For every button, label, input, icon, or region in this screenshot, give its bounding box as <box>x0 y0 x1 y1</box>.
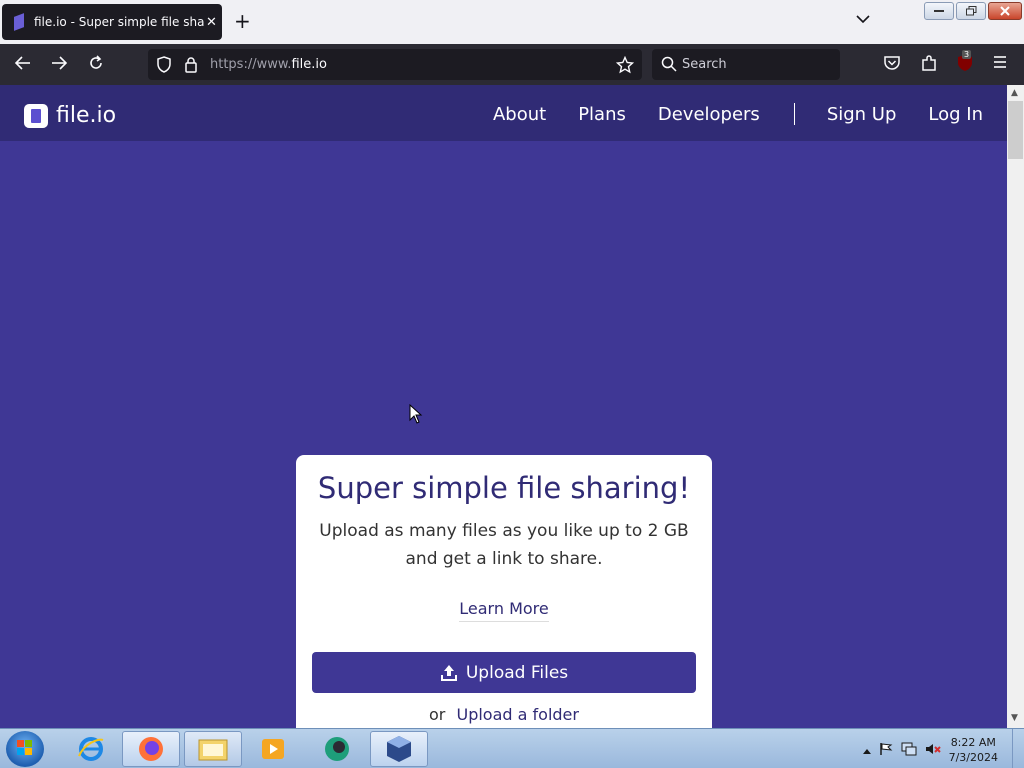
card-subtitle: Upload as many files as you like up to 2… <box>319 521 689 569</box>
clock-date: 7/3/2024 <box>948 751 998 764</box>
or-text: or <box>429 705 446 724</box>
scrollbar-thumb[interactable] <box>1008 101 1023 159</box>
search-icon <box>661 56 677 76</box>
browser-tab-strip: file.io - Super simple file sharing ✕ + <box>0 0 1024 44</box>
extensions-puzzle-icon[interactable] <box>920 54 938 77</box>
extension-badge-count: 3 <box>962 50 972 59</box>
windows-taskbar: 8:22 AM 7/3/2024 <box>0 728 1024 768</box>
close-tab-icon[interactable]: ✕ <box>206 15 217 30</box>
site-header: file.io About Plans Developers Sign Up L… <box>0 85 1007 141</box>
web-page: file.io About Plans Developers Sign Up L… <box>0 85 1007 728</box>
address-bar[interactable]: https://www.file.io <box>148 49 642 80</box>
bookmark-star-icon[interactable] <box>615 55 635 78</box>
upload-folder-link[interactable]: Upload a folder <box>456 705 578 724</box>
restore-button[interactable] <box>956 2 986 20</box>
pocket-icon[interactable] <box>883 54 901 77</box>
minimize-button[interactable] <box>924 2 954 20</box>
learn-more-link[interactable]: Learn More <box>459 599 549 622</box>
browser-tab[interactable]: file.io - Super simple file sharing ✕ <box>2 4 222 40</box>
nav-sign-up-link[interactable]: Sign Up <box>827 104 897 125</box>
url-text[interactable]: https://www.file.io <box>210 57 327 72</box>
system-tray: 8:22 AM 7/3/2024 <box>862 735 998 765</box>
network-icon[interactable] <box>901 742 917 759</box>
site-logo[interactable]: file.io <box>24 103 116 128</box>
windows-logo-icon <box>17 740 32 755</box>
vertical-scrollbar[interactable]: ▲ ▼ <box>1007 85 1024 728</box>
url-domain: file.io <box>291 57 327 72</box>
taskbar-internet-explorer-icon[interactable] <box>62 731 120 767</box>
fileio-favicon-icon <box>12 15 26 29</box>
tracking-protection-shield-icon[interactable] <box>156 56 172 77</box>
site-nav: About Plans Developers Sign Up Log In <box>461 103 983 125</box>
action-center-flag-icon[interactable] <box>879 742 893 759</box>
hamburger-menu-icon[interactable] <box>992 54 1008 75</box>
show-hidden-icons-arrow[interactable] <box>862 744 871 757</box>
nav-log-in-link[interactable]: Log In <box>928 104 983 125</box>
start-button[interactable] <box>6 731 44 767</box>
nav-plans-link[interactable]: Plans <box>578 104 626 125</box>
system-clock[interactable]: 8:22 AM 7/3/2024 <box>949 735 998 765</box>
volume-muted-icon[interactable] <box>925 742 941 759</box>
taskbar-file-explorer-icon[interactable] <box>184 731 242 767</box>
mouse-pointer-icon <box>409 404 423 424</box>
scroll-up-arrow-icon[interactable]: ▲ <box>1011 88 1018 98</box>
clock-time: 8:22 AM <box>950 736 996 749</box>
nav-developers-link[interactable]: Developers <box>658 104 760 125</box>
taskbar-firefox-icon[interactable] <box>122 731 180 767</box>
window-controls <box>924 2 1022 20</box>
reload-icon[interactable] <box>87 54 105 77</box>
taskbar-app-icon[interactable] <box>308 731 366 767</box>
nav-divider <box>793 103 795 125</box>
search-placeholder: Search <box>682 57 727 72</box>
upload-files-label: Upload Files <box>465 662 569 683</box>
show-desktop-button[interactable] <box>1012 729 1024 768</box>
fileio-logo-icon <box>24 103 48 128</box>
taskbar-virtualbox-icon[interactable] <box>370 731 428 767</box>
new-tab-button[interactable]: + <box>234 10 251 32</box>
back-arrow-icon[interactable] <box>14 54 32 77</box>
search-bar[interactable]: Search <box>652 49 840 80</box>
lock-icon[interactable] <box>184 56 198 77</box>
logo-text: file.io <box>56 103 117 128</box>
upload-folder-row: or Upload a folder <box>296 705 712 724</box>
taskbar-media-player-icon[interactable] <box>244 731 302 767</box>
upload-card: Super simple file sharing! Upload as man… <box>296 455 712 728</box>
close-window-button[interactable] <box>988 2 1022 20</box>
upload-files-button[interactable]: Upload Files <box>312 652 696 693</box>
url-protocol: https://www. <box>210 57 292 72</box>
tab-title: file.io - Super simple file sharing <box>34 15 204 29</box>
nav-about-link[interactable]: About <box>493 104 546 125</box>
browser-toolbar: https://www.file.io Search 3 <box>0 44 1024 85</box>
scroll-down-arrow-icon[interactable]: ▼ <box>1011 713 1018 723</box>
forward-arrow-icon[interactable] <box>50 54 68 77</box>
upload-icon <box>440 664 457 681</box>
list-all-tabs-icon[interactable] <box>856 12 870 28</box>
card-title: Super simple file sharing! <box>317 471 691 505</box>
